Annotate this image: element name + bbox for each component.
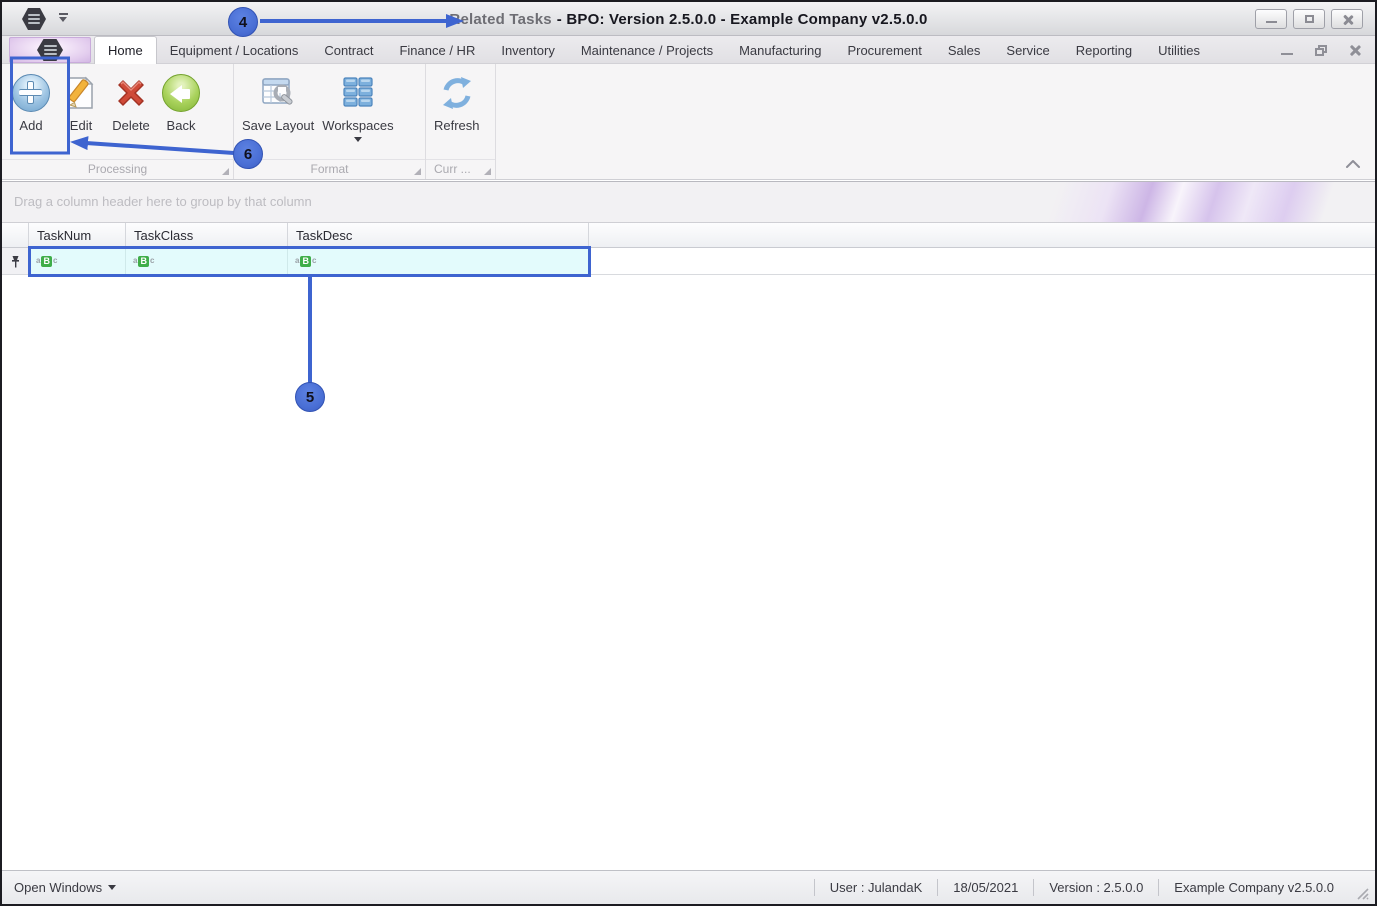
filter-cell-tasknum[interactable]: aBc [29, 248, 126, 274]
open-windows-label: Open Windows [14, 880, 103, 895]
ribbon-group-processing: Add Edit Delete Back Processing [2, 64, 234, 179]
save-layout-icon [257, 72, 299, 114]
ribbon-tabs: Home Equipment / Locations Contract Fina… [94, 36, 1213, 64]
group-dialog-launcher-icon[interactable] [484, 168, 491, 175]
back-button-label: Back [166, 118, 196, 133]
statusbar-company: Example Company v2.5.0.0 [1174, 880, 1334, 895]
group-label-format: Format [234, 159, 425, 177]
window-title: Related Tasks - BPO: Version 2.5.0.0 - E… [2, 2, 1375, 36]
filter-cell-taskclass[interactable]: aBc [126, 248, 288, 274]
add-button-label: Add [19, 118, 43, 133]
mdi-minimize-icon[interactable] [1281, 52, 1293, 56]
save-layout-button[interactable]: Save Layout [238, 68, 318, 135]
workspaces-button-label: Workspaces [322, 118, 394, 133]
titlebar: Related Tasks - BPO: Version 2.5.0.0 - E… [2, 2, 1375, 36]
delete-button-label: Delete [112, 118, 150, 133]
edit-icon [60, 72, 102, 114]
maximize-icon [1304, 15, 1314, 23]
ribbon-group-current: Refresh Curr ... [426, 64, 496, 179]
mdi-restore-icon[interactable] [1315, 44, 1327, 56]
tab-finance-hr[interactable]: Finance / HR [386, 36, 488, 64]
mdi-close-icon[interactable] [1349, 44, 1361, 56]
column-header-tasknum[interactable]: TaskNum [29, 223, 126, 247]
window-title-rest: - BPO: Version 2.5.0.0 - Example Company… [556, 10, 928, 28]
application-menu-button[interactable] [9, 37, 91, 63]
close-button[interactable] [1331, 9, 1363, 29]
ribbon-group-format: Save Layout Workspaces Format [234, 64, 426, 179]
edit-button[interactable]: Edit [56, 68, 106, 135]
ribbon: Add Edit Delete Back Processing Save Lay… [2, 64, 1375, 180]
edit-button-label: Edit [69, 118, 93, 133]
filter-cell-taskdesc[interactable]: aBc [288, 248, 589, 274]
app-logo-icon [37, 39, 63, 61]
mdi-window-controls [1281, 36, 1361, 64]
filter-cell-filler [589, 248, 1375, 274]
tab-service[interactable]: Service [993, 36, 1062, 64]
statusbar: Open Windows User : JulandaK 18/05/2021 … [2, 870, 1375, 904]
workspaces-button[interactable]: Workspaces [318, 68, 397, 144]
group-panel-decoration [945, 182, 1375, 222]
add-icon [10, 72, 52, 114]
ribbon-tab-row: Home Equipment / Locations Contract Fina… [2, 36, 1375, 64]
refresh-button[interactable]: Refresh [430, 68, 484, 135]
filter-pin-icon [11, 255, 19, 267]
resize-grip-icon[interactable] [1355, 886, 1369, 900]
statusbar-user: User : JulandaK [829, 880, 923, 895]
callout-5-badge: 5 [295, 382, 325, 412]
minimize-button[interactable] [1255, 9, 1287, 29]
tab-reporting[interactable]: Reporting [1063, 36, 1145, 64]
open-windows-button[interactable]: Open Windows [2, 880, 117, 895]
callout-4-badge: 4 [228, 7, 258, 37]
statusbar-date: 18/05/2021 [953, 880, 1019, 895]
grid-area: Drag a column header here to group by th… [2, 181, 1375, 868]
grid-header-row: TaskNum TaskClass TaskDesc [2, 223, 1375, 248]
close-icon [1342, 14, 1353, 25]
column-header-filler [589, 223, 1375, 247]
save-layout-button-label: Save Layout [242, 118, 315, 133]
workspaces-icon [337, 72, 379, 114]
statusbar-version: Version : 2.5.0.0 [1049, 880, 1144, 895]
tab-procurement[interactable]: Procurement [834, 36, 934, 64]
column-header-taskdesc[interactable]: TaskDesc [288, 223, 589, 247]
ribbon-collapse-chevron-icon[interactable] [1345, 155, 1361, 173]
back-icon [160, 72, 202, 114]
statusbar-info: User : JulandaK 18/05/2021 Version : 2.5… [813, 871, 1375, 904]
tab-inventory[interactable]: Inventory [488, 36, 567, 64]
back-button[interactable]: Back [156, 68, 206, 135]
group-dialog-launcher-icon[interactable] [414, 168, 421, 175]
group-label-processing: Processing [2, 159, 233, 177]
group-panel-text: Drag a column header here to group by th… [14, 194, 312, 209]
window-title-active: Related Tasks [449, 10, 552, 28]
dropdown-caret-icon [108, 885, 117, 890]
delete-button[interactable]: Delete [106, 68, 156, 135]
tab-contract[interactable]: Contract [311, 36, 386, 64]
filter-row-indicator [2, 248, 29, 274]
tab-equipment-locations[interactable]: Equipment / Locations [157, 36, 312, 64]
app-window: Related Tasks - BPO: Version 2.5.0.0 - E… [0, 0, 1377, 906]
group-dialog-launcher-icon[interactable] [222, 168, 229, 175]
abc-filter-icon: aBc [36, 255, 58, 267]
tab-maintenance-projects[interactable]: Maintenance / Projects [568, 36, 726, 64]
tab-manufacturing[interactable]: Manufacturing [726, 36, 834, 64]
tab-home[interactable]: Home [94, 36, 157, 64]
abc-filter-icon: aBc [295, 255, 317, 267]
tab-sales[interactable]: Sales [935, 36, 994, 64]
tab-utilities[interactable]: Utilities [1145, 36, 1213, 64]
abc-filter-icon: aBc [133, 255, 155, 267]
window-controls [1255, 9, 1363, 29]
refresh-icon [436, 72, 478, 114]
add-button[interactable]: Add [6, 68, 56, 135]
callout-6-badge: 6 [233, 139, 263, 169]
delete-icon [110, 72, 152, 114]
column-header-taskclass[interactable]: TaskClass [126, 223, 288, 247]
row-indicator-header [2, 223, 29, 247]
refresh-button-label: Refresh [434, 118, 480, 133]
minimize-icon [1265, 21, 1277, 23]
group-by-panel[interactable]: Drag a column header here to group by th… [2, 182, 1375, 223]
maximize-button[interactable] [1293, 9, 1325, 29]
grid-filter-row: aBc aBc aBc [2, 248, 1375, 275]
workspaces-dropdown-icon [353, 137, 362, 142]
